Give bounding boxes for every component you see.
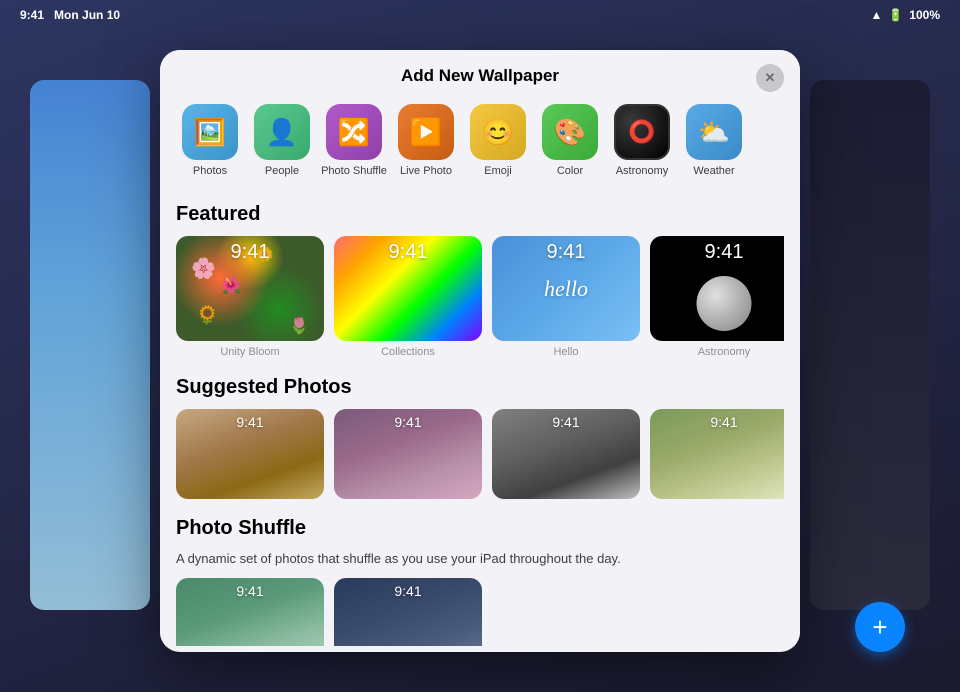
collections-time: 9:41 [334,241,482,264]
photo-shuffle-title: Photo Shuffle [176,517,784,540]
shuffle1-card[interactable]: 9:41 [176,578,324,646]
featured-section: Featured 🌸 🌺 🌼 🌻 🌷 9:41 Unity Bloom [176,203,784,362]
moon-decoration [697,276,752,331]
suggested-item-1[interactable]: 9:41 [176,409,324,499]
status-bar: 9:41 Mon Jun 10 ▲ 🔋 100% [0,8,960,22]
modal-title: Add New Wallpaper [401,66,559,86]
shuffle2-time: 9:41 [334,583,482,599]
status-time: 9:41 Mon Jun 10 [20,8,120,22]
category-photo-shuffle[interactable]: 🔀 Photo Shuffle [320,104,388,177]
photo1-card[interactable]: 9:41 [176,409,324,499]
modal-content[interactable]: Featured 🌸 🌺 🌼 🌻 🌷 9:41 Unity Bloom [160,189,800,646]
battery-icon: 🔋 [888,8,903,22]
category-live-photo-label: Live Photo [400,165,452,177]
people-icon: 👤 [254,104,310,160]
category-weather[interactable]: ⛅ Weather [680,104,748,177]
hello-label: Hello [492,346,640,358]
wifi-icon: ▲ [870,8,882,22]
unity-bloom-card[interactable]: 🌸 🌺 🌼 🌻 🌷 9:41 [176,236,324,341]
unity-bloom-label: Unity Bloom [176,346,324,358]
shuffle-grid: 9:41 9:41 [176,578,784,646]
suggested-photos-grid: 9:41 9:41 9:41 9:41 [176,409,784,503]
emoji-icon: 😊 [470,104,526,160]
photos-icon: 🖼️ [182,104,238,160]
add-wallpaper-modal: Add New Wallpaper ✕ 🖼️ Photos 👤 People 🔀… [160,50,800,652]
close-button[interactable]: ✕ [756,64,784,92]
featured-item-astronomy[interactable]: 9:41 Astronomy [650,236,784,358]
collections-card[interactable]: 9:41 [334,236,482,341]
photo-shuffle-description: A dynamic set of photos that shuffle as … [176,550,784,568]
live-photo-icon: ▶️ [398,104,454,160]
shuffle-item-1[interactable]: 9:41 [176,578,324,646]
featured-item-collections[interactable]: 9:41 Collections [334,236,482,358]
weather-icon: ⛅ [686,104,742,160]
hello-time: 9:41 [492,241,640,264]
plus-icon: + [872,614,887,640]
add-wallpaper-button[interactable]: + [855,602,905,652]
astronomy-icon: ⭕ [614,104,670,160]
featured-grid: 🌸 🌺 🌼 🌻 🌷 9:41 Unity Bloom 9:41 Collecti… [176,236,784,362]
suggested-photos-title: Suggested Photos [176,376,784,399]
photo-shuffle-icon: 🔀 [326,104,382,160]
category-emoji-label: Emoji [484,165,512,177]
collections-label: Collections [334,346,482,358]
photo4-time: 9:41 [650,414,784,430]
wallpaper-preview-left[interactable] [30,80,150,610]
suggested-item-2[interactable]: 9:41 [334,409,482,499]
astronomy-card[interactable]: 9:41 [650,236,784,341]
hello-text: hello [544,276,588,302]
featured-item-unity-bloom[interactable]: 🌸 🌺 🌼 🌻 🌷 9:41 Unity Bloom [176,236,324,358]
suggested-item-4[interactable]: 9:41 [650,409,784,499]
category-color[interactable]: 🎨 Color [536,104,604,177]
photo4-card[interactable]: 9:41 [650,409,784,499]
category-color-label: Color [557,165,583,177]
category-astronomy[interactable]: ⭕ Astronomy [608,104,676,177]
category-weather-label: Weather [693,165,734,177]
photo3-card[interactable]: 9:41 [492,409,640,499]
category-live-photo[interactable]: ▶️ Live Photo [392,104,460,177]
shuffle1-time: 9:41 [176,583,324,599]
category-astronomy-label: Astronomy [616,165,669,177]
photo-shuffle-section: Photo Shuffle A dynamic set of photos th… [176,517,784,646]
category-photo-shuffle-label: Photo Shuffle [321,165,387,177]
shuffle-item-2[interactable]: 9:41 [334,578,482,646]
featured-item-hello[interactable]: 9:41 hello Hello [492,236,640,358]
battery-percent: 100% [909,8,940,22]
photo3-time: 9:41 [492,414,640,430]
suggested-item-3[interactable]: 9:41 [492,409,640,499]
category-emoji[interactable]: 😊 Emoji [464,104,532,177]
category-photos[interactable]: 🖼️ Photos [176,104,244,177]
unity-bloom-time: 9:41 [176,241,324,264]
category-people-label: People [265,165,299,177]
category-people[interactable]: 👤 People [248,104,316,177]
astronomy-time: 9:41 [650,241,784,264]
wallpaper-preview-right[interactable] [810,80,930,610]
suggested-photos-section: Suggested Photos 9:41 9:41 9:41 [176,376,784,503]
categories-row: 🖼️ Photos 👤 People 🔀 Photo Shuffle ▶️ Li… [160,96,800,189]
hello-card[interactable]: 9:41 hello [492,236,640,341]
shuffle2-card[interactable]: 9:41 [334,578,482,646]
modal-header: Add New Wallpaper ✕ [160,50,800,96]
color-icon: 🎨 [542,104,598,160]
featured-title: Featured [176,203,784,226]
category-photos-label: Photos [193,165,227,177]
close-icon: ✕ [765,70,776,86]
photo1-time: 9:41 [176,414,324,430]
astronomy-label: Astronomy [650,346,784,358]
photo2-card[interactable]: 9:41 [334,409,482,499]
photo2-time: 9:41 [334,414,482,430]
